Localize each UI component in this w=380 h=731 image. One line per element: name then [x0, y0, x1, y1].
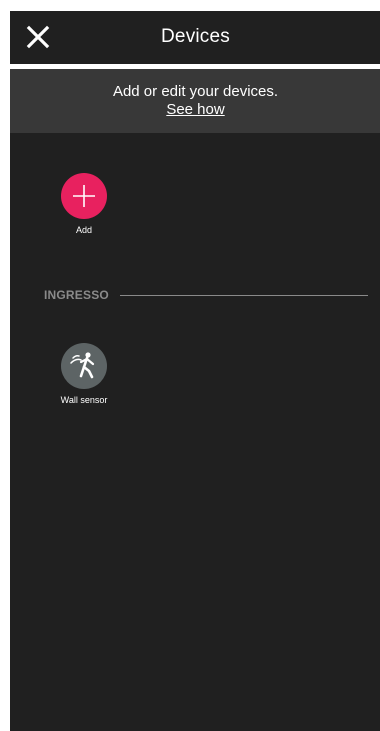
device-label: Wall sensor	[60, 395, 108, 405]
section-divider	[120, 295, 368, 296]
banner-text: Add or edit your devices.	[112, 83, 279, 100]
add-device-label: Add	[75, 225, 92, 235]
info-banner: Add or edit your devices. See how	[10, 69, 380, 133]
motion-sensor-icon	[70, 352, 95, 379]
add-device-circle	[61, 173, 107, 219]
section-title: INGRESSO	[44, 288, 109, 302]
plus-icon	[73, 185, 95, 207]
top-bar: Devices	[10, 11, 380, 63]
device-wall-sensor[interactable]: Wall sensor	[39, 343, 129, 405]
add-device-button[interactable]: Add	[39, 173, 129, 235]
device-icon-circle	[61, 343, 107, 389]
section-header-ingresso: INGRESSO	[44, 288, 368, 302]
page-title: Devices	[161, 26, 230, 47]
devices-screen: Devices Add or edit your devices. See ho…	[10, 11, 380, 731]
see-how-link[interactable]: See how	[10, 101, 380, 118]
